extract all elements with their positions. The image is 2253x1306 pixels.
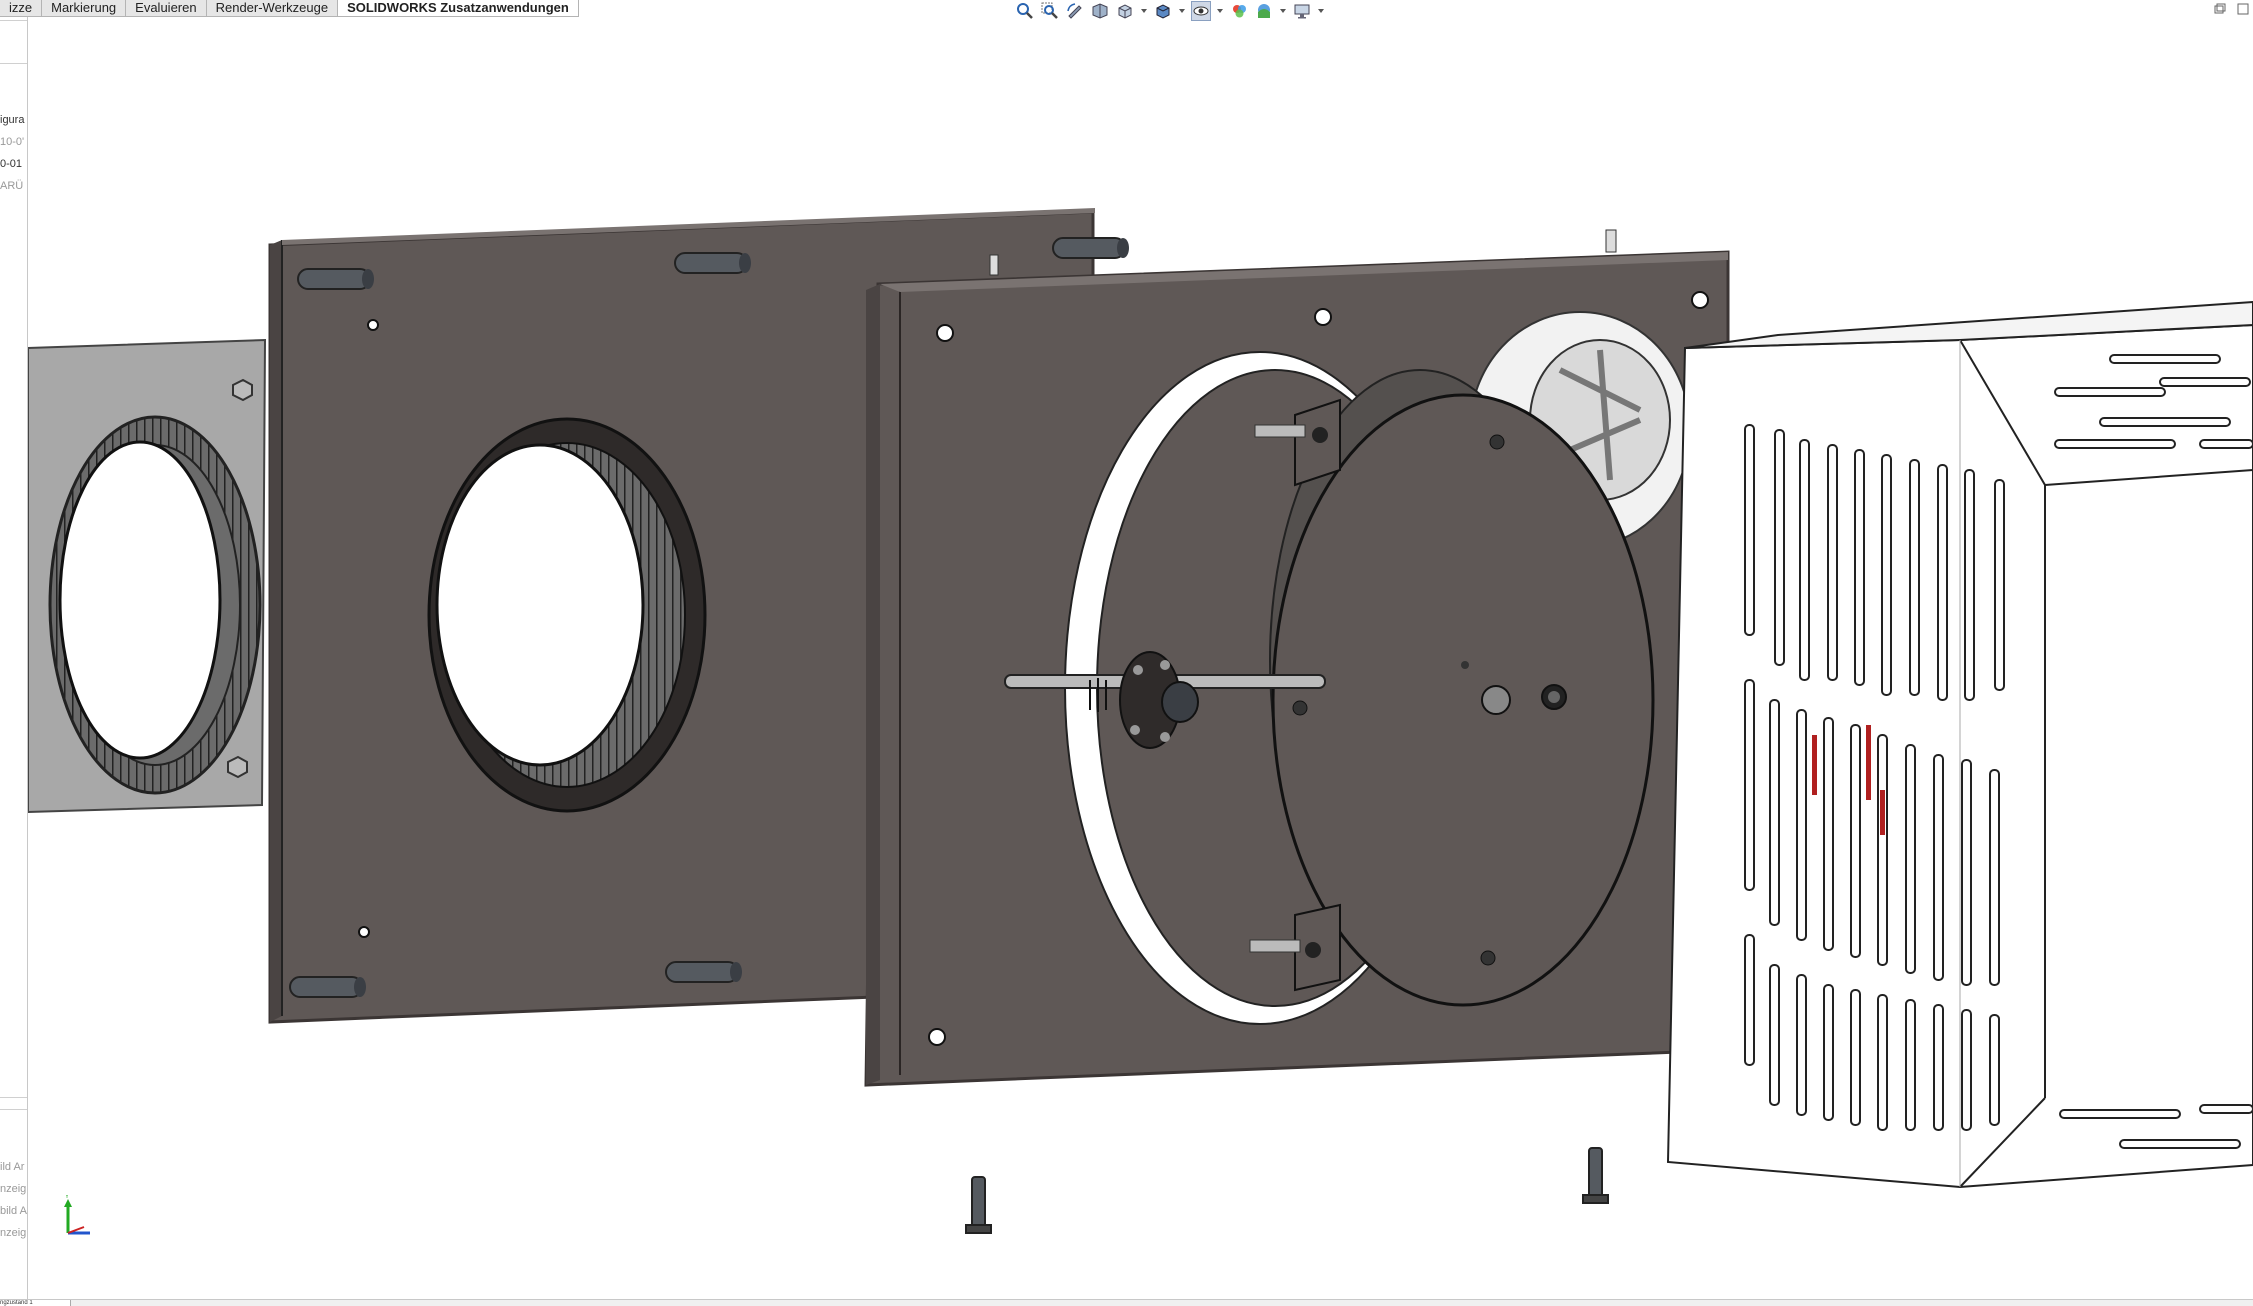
previous-view-icon[interactable] (1065, 1, 1085, 21)
tree-item-config-c[interactable]: ARÜ 1 (0, 180, 27, 192)
edit-appearance-icon[interactable] (1229, 1, 1249, 21)
apply-scene-icon[interactable] (1254, 1, 1274, 21)
tab-solidworks-zusatzanwendungen[interactable]: SOLIDWORKS Zusatzanwendungen (337, 0, 579, 17)
mounting-screw[interactable] (1582, 1147, 1609, 1204)
tree-item-display-c[interactable]: bild A (0, 1205, 27, 1217)
hide-show-dropdown-icon[interactable] (1216, 1, 1224, 21)
zoom-to-fit-icon[interactable] (1015, 1, 1035, 21)
tab-evaluieren[interactable]: Evaluieren (125, 0, 207, 17)
protective-grille-housing[interactable] (1666, 300, 2253, 1189)
zoom-to-area-icon[interactable] (1040, 1, 1060, 21)
exploded-assembly-view (27, 208, 2253, 1234)
mounting-screw[interactable] (965, 1176, 992, 1234)
reference-triad: Y (60, 1194, 100, 1240)
section-view-icon[interactable] (1090, 1, 1110, 21)
tree-item-configuration[interactable]: igura (0, 114, 24, 126)
tab-render-werkzeuge[interactable]: Render-Werkzeuge (205, 0, 339, 17)
tab-skizze[interactable]: izze (0, 0, 43, 17)
alignment-pin (1052, 237, 1129, 259)
graphics-area[interactable] (27, 17, 2253, 1299)
view-orientation-icon[interactable] (1115, 1, 1135, 21)
tree-item-display-b[interactable]: nzeig (0, 1183, 26, 1195)
restore-view-icon[interactable] (2213, 2, 2227, 16)
tree-item-config-b[interactable]: 0-01 (0, 158, 22, 170)
view-orientation-dropdown-icon[interactable] (1140, 1, 1148, 21)
view-settings-icon[interactable] (1292, 1, 1312, 21)
display-style-icon[interactable] (1153, 1, 1173, 21)
heads-up-view-toolbar (1015, 0, 1325, 22)
tab-markierung[interactable]: Markierung (41, 0, 127, 17)
duct-flange-plate[interactable] (27, 338, 267, 814)
alignment-pin (674, 252, 751, 274)
feature-manager-panel: igura 10-0' 0-01 ARÜ 1 ild Ar nzeig bild… (0, 17, 28, 1299)
configuration-tab[interactable]: ngzustand 1 (0, 1300, 71, 1306)
command-manager-tabs: izze Markierung Evaluieren Render-Werkze… (0, 0, 579, 17)
hide-show-items-icon[interactable] (1191, 1, 1211, 21)
alignment-pin (297, 268, 374, 290)
maximize-view-icon[interactable] (2236, 2, 2250, 16)
alignment-pin (289, 976, 366, 998)
display-style-dropdown-icon[interactable] (1178, 1, 1186, 21)
apply-scene-dropdown-icon[interactable] (1279, 1, 1287, 21)
alignment-pin (665, 961, 742, 983)
tree-item-display-a[interactable]: ild Ar (0, 1161, 24, 1173)
svg-text:Y: Y (65, 1195, 69, 1200)
view-settings-dropdown-icon[interactable] (1317, 1, 1325, 21)
tree-item-display-d[interactable]: nzeig (0, 1227, 26, 1239)
tree-item-config-a[interactable]: 10-0' (0, 136, 24, 148)
